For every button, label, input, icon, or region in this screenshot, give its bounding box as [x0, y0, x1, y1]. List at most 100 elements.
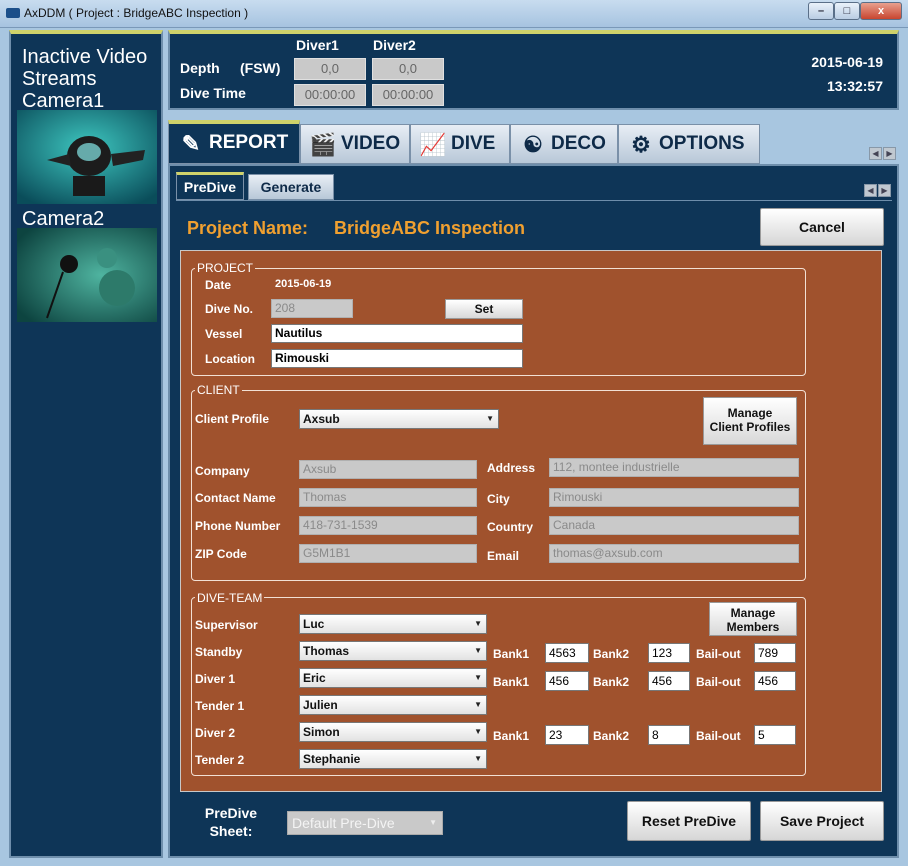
email-field[interactable]: thomas@axsub.com	[549, 544, 799, 563]
diver2-label: Diver 2	[195, 726, 236, 740]
title-bar: AxDDM ( Project : BridgeABC Inspection )…	[0, 0, 908, 28]
tab-options[interactable]: ⚙ OPTIONS	[618, 124, 760, 164]
diver1-bank2-label: Bank2	[593, 675, 630, 689]
country-field[interactable]: Canada	[549, 516, 799, 535]
standby-bailout-field[interactable]: 789	[754, 643, 796, 663]
chevron-down-icon: ▼	[429, 818, 437, 827]
tab-options-label: OPTIONS	[659, 133, 745, 154]
subtab-generate[interactable]: Generate	[248, 174, 334, 200]
tender2-select[interactable]: Stephanie ▼	[299, 749, 487, 769]
manage-members-button[interactable]: Manage Members	[709, 602, 797, 636]
standby-bank2-field[interactable]: 123	[648, 643, 690, 663]
diver2-bailout-field[interactable]: 5	[754, 725, 796, 745]
chevron-down-icon: ▼	[474, 700, 482, 709]
camera2-video[interactable]	[17, 228, 157, 322]
close-button[interactable]: x	[860, 2, 902, 20]
address-field[interactable]: 112, montee industrielle	[549, 458, 799, 477]
standby-bank1-label: Bank1	[493, 647, 530, 661]
diver2-dive-time: 00:00:00	[372, 84, 444, 106]
gear-icon: ⚙	[631, 132, 651, 157]
camera1-video[interactable]	[17, 110, 157, 204]
manage-members-line2: Members	[726, 620, 780, 634]
tab-dive[interactable]: 📈 DIVE	[410, 124, 510, 164]
camera2-label: Camera2	[22, 208, 105, 230]
vessel-field[interactable]: Nautilus	[271, 324, 523, 343]
diver1-depth: 0,0	[294, 58, 366, 80]
client-profile-select[interactable]: Axsub ▼	[299, 409, 499, 429]
tab-scroll-right-icon[interactable]: ▶	[883, 147, 896, 160]
dive-info-panel: Diver1 Diver2 Depth (FSW) Dive Time 0,0 …	[168, 30, 899, 110]
subtab-scroll-left-icon[interactable]: ◀	[864, 184, 877, 197]
camera2-thumbnail	[17, 228, 157, 322]
diver1-bank2-field[interactable]: 456	[648, 671, 690, 691]
save-project-button[interactable]: Save Project	[760, 801, 884, 841]
tender1-value: Julien	[303, 698, 338, 712]
tab-report[interactable]: ✎ REPORT	[168, 120, 300, 164]
diver1-bank1-field[interactable]: 456	[545, 671, 589, 691]
city-field[interactable]: Rimouski	[549, 488, 799, 507]
diver2-bailout-label: Bail-out	[696, 729, 741, 743]
company-field[interactable]: Axsub	[299, 460, 477, 479]
manage-client-line1: Manage	[727, 406, 773, 420]
standby-bank1-field[interactable]: 4563	[545, 643, 589, 663]
minimize-button[interactable]: –	[808, 2, 834, 20]
company-label: Company	[195, 464, 250, 478]
chevron-down-icon: ▼	[474, 754, 482, 763]
diver2-select[interactable]: Simon ▼	[299, 722, 487, 742]
standby-bailout-label: Bail-out	[696, 647, 741, 661]
tender1-select[interactable]: Julien ▼	[299, 695, 487, 715]
zip-code-field[interactable]: G5M1B1	[299, 544, 477, 563]
tab-video-label: VIDEO	[341, 133, 401, 154]
set-button[interactable]: Set	[445, 299, 523, 319]
diver1-bailout-label: Bail-out	[696, 675, 741, 689]
tab-deco[interactable]: ☯ DECO	[510, 124, 618, 164]
predive-sheet-select[interactable]: Default Pre-Dive ▼	[287, 811, 443, 835]
camera1-thumbnail	[17, 110, 157, 204]
pencil-icon: ✎	[181, 131, 201, 156]
chevron-down-icon: ▼	[486, 414, 494, 423]
project-group-title: PROJECT	[195, 261, 256, 275]
contact-name-field[interactable]: Thomas	[299, 488, 477, 507]
diver2-bank1-field[interactable]: 23	[545, 725, 589, 745]
zip-code-label: ZIP Code	[195, 547, 247, 561]
cancel-button[interactable]: Cancel	[760, 208, 884, 246]
tender1-label: Tender 1	[195, 699, 245, 713]
project-name-label: Project Name:	[187, 218, 309, 238]
manage-client-profiles-button[interactable]: Manage Client Profiles	[703, 397, 797, 445]
reset-predive-button[interactable]: Reset PreDive	[627, 801, 751, 841]
diver2-bank2-label: Bank2	[593, 729, 630, 743]
dive-no-field[interactable]: 208	[271, 299, 353, 318]
tab-scroll-left-icon[interactable]: ◀	[869, 147, 882, 160]
chevron-down-icon: ▼	[474, 646, 482, 655]
tender2-value: Stephanie	[303, 752, 361, 766]
depth-unit: (FSW)	[240, 60, 281, 76]
diver2-header: Diver2	[373, 37, 416, 53]
supervisor-label: Supervisor	[195, 618, 258, 632]
video-streams-panel: Inactive Video Streams Camera1 Camera2	[9, 30, 163, 858]
vessel-label: Vessel	[205, 327, 243, 341]
maximize-button[interactable]: □	[834, 2, 860, 20]
phone-number-label: Phone Number	[195, 519, 281, 533]
clapperboard-icon: 🎬	[309, 132, 337, 157]
diver1-bailout-field[interactable]: 456	[754, 671, 796, 691]
location-field[interactable]: Rimouski	[271, 349, 523, 368]
dive-no-label: Dive No.	[205, 302, 254, 316]
diver2-bank2-field[interactable]: 8	[648, 725, 690, 745]
manage-members-line1: Manage	[730, 606, 776, 620]
chevron-down-icon: ▼	[474, 619, 482, 628]
phone-number-field[interactable]: 418-731-1539	[299, 516, 477, 535]
tab-video[interactable]: 🎬 VIDEO	[300, 124, 410, 164]
tender2-label: Tender 2	[195, 753, 245, 767]
window-title: AxDDM ( Project : BridgeABC Inspection )	[24, 6, 249, 20]
standby-select[interactable]: Thomas ▼	[299, 641, 487, 661]
subtab-scroll-right-icon[interactable]: ▶	[878, 184, 891, 197]
diver1-bank1-label: Bank1	[493, 675, 530, 689]
diver1-select[interactable]: Eric ▼	[299, 668, 487, 688]
supervisor-select[interactable]: Luc ▼	[299, 614, 487, 634]
date-label: Date	[205, 278, 232, 292]
main-tab-bar: ✎ REPORT 🎬 VIDEO 📈 DIVE ☯ DECO ⚙ OPTIONS…	[168, 120, 899, 164]
subtab-predive[interactable]: PreDive	[176, 172, 244, 200]
email-label: Email	[487, 549, 520, 563]
current-date: 2015-06-19	[811, 54, 883, 70]
current-time: 13:32:57	[826, 78, 883, 94]
